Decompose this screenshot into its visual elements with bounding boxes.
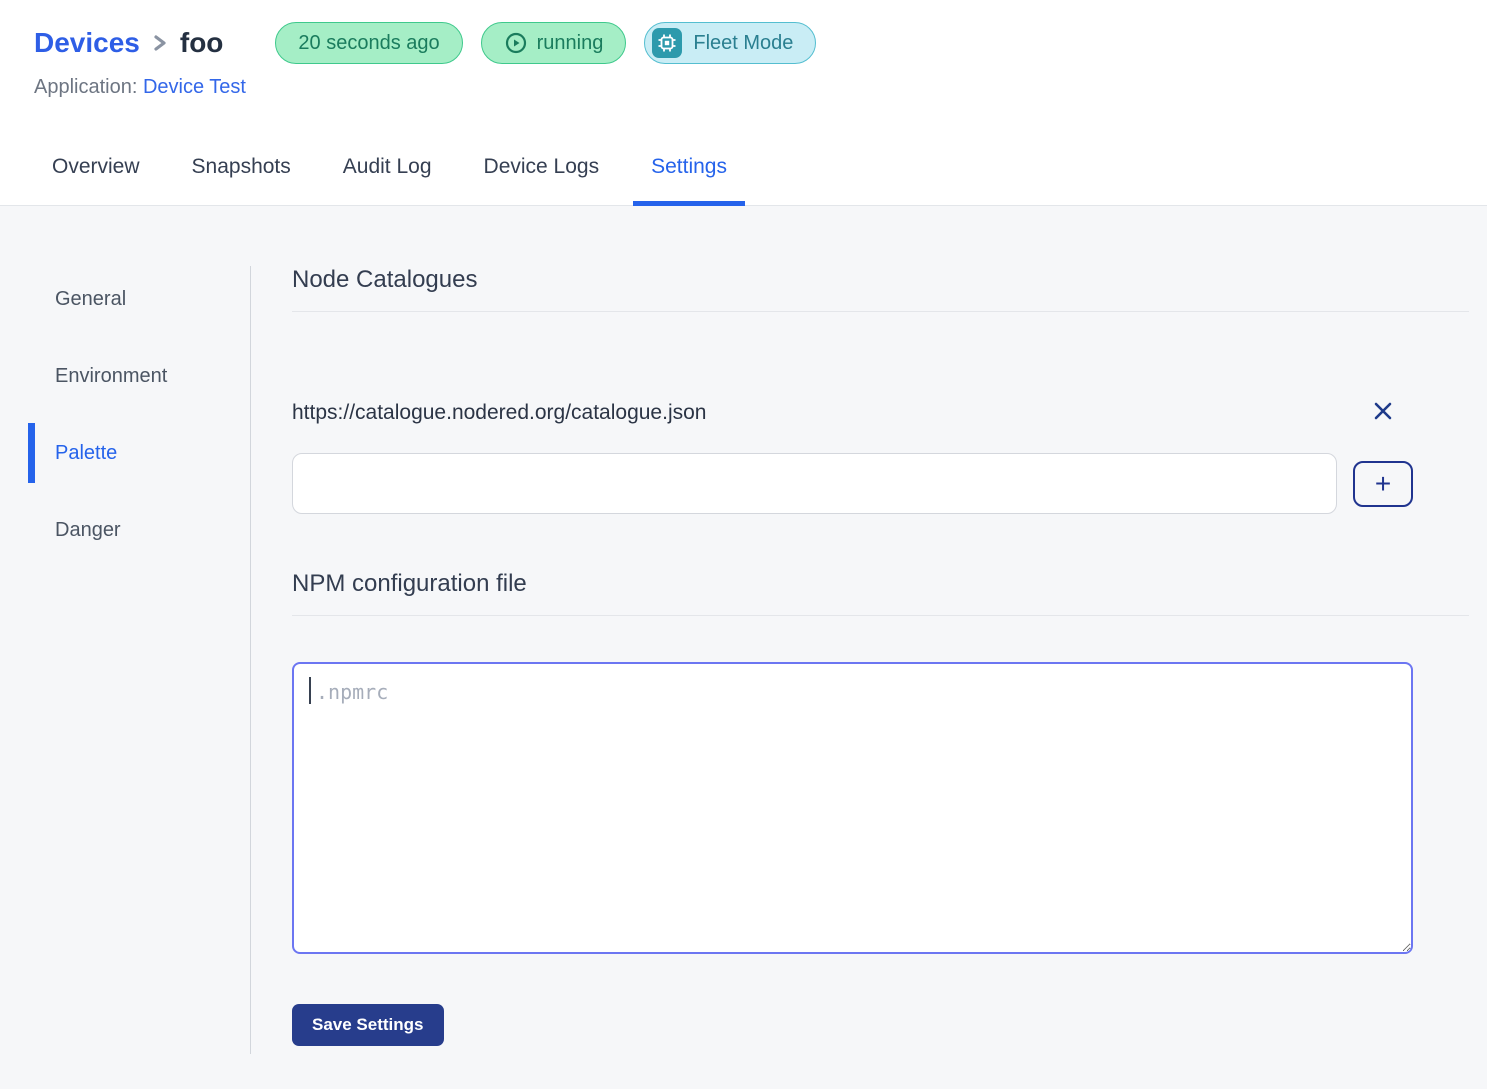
npm-config-title: NPM configuration file [292, 570, 1469, 616]
last-seen-label: 20 seconds ago [298, 32, 439, 55]
last-seen-badge: 20 seconds ago [275, 22, 462, 64]
npm-config-wrap [292, 662, 1413, 954]
catalogue-entry-row: https://catalogue.nodered.org/catalogue.… [292, 398, 1413, 427]
plus-icon: + [1375, 470, 1391, 498]
status-badge: running [481, 22, 627, 64]
application-label: Application: [34, 76, 137, 98]
tab-device-logs[interactable]: Device Logs [466, 155, 618, 205]
new-catalogue-input[interactable] [292, 453, 1337, 514]
tab-settings[interactable]: Settings [633, 155, 745, 205]
node-catalogues-title: Node Catalogues [292, 266, 1469, 312]
palette-settings-panel: Node Catalogues https://catalogue.nodere… [251, 206, 1487, 1082]
tab-audit-log[interactable]: Audit Log [325, 155, 450, 205]
settings-content: General Environment Palette Danger Node … [0, 206, 1487, 1082]
settings-sidebar: General Environment Palette Danger [0, 206, 250, 1082]
node-catalogues-section: Node Catalogues https://catalogue.nodere… [292, 266, 1469, 514]
application-link[interactable]: Device Test [143, 76, 246, 98]
fleet-mode-badge: Fleet Mode [644, 22, 816, 64]
tab-snapshots[interactable]: Snapshots [174, 155, 309, 205]
breadcrumb-device-name: foo [180, 27, 224, 59]
sidebar-item-danger[interactable]: Danger [0, 500, 250, 560]
tab-overview[interactable]: Overview [34, 155, 158, 205]
npm-config-section: NPM configuration file [292, 570, 1469, 954]
catalogue-input-row: + [292, 453, 1413, 514]
chip-icon [652, 28, 682, 58]
sidebar-item-general[interactable]: General [0, 269, 250, 329]
catalogue-url: https://catalogue.nodered.org/catalogue.… [292, 401, 1353, 425]
text-cursor [309, 677, 311, 704]
breadcrumb: Devices foo 20 seconds ago running [34, 22, 1453, 64]
play-circle-icon [504, 31, 528, 55]
device-tabs: Overview Snapshots Audit Log Device Logs… [0, 155, 1487, 206]
add-catalogue-button[interactable]: + [1353, 461, 1413, 507]
remove-catalogue-button[interactable] [1370, 398, 1396, 427]
page-header: Devices foo 20 seconds ago running [0, 0, 1487, 206]
fleet-mode-label: Fleet Mode [693, 32, 793, 55]
sidebar-item-environment[interactable]: Environment [0, 346, 250, 406]
chevron-right-icon [152, 31, 168, 55]
application-row: Application: Device Test [34, 76, 1453, 99]
close-icon [1372, 400, 1394, 425]
breadcrumb-devices-link[interactable]: Devices [34, 27, 140, 59]
sidebar-item-palette[interactable]: Palette [0, 423, 250, 483]
save-settings-button[interactable]: Save Settings [292, 1004, 444, 1046]
npm-config-textarea[interactable] [292, 662, 1413, 954]
status-label: running [537, 32, 604, 55]
